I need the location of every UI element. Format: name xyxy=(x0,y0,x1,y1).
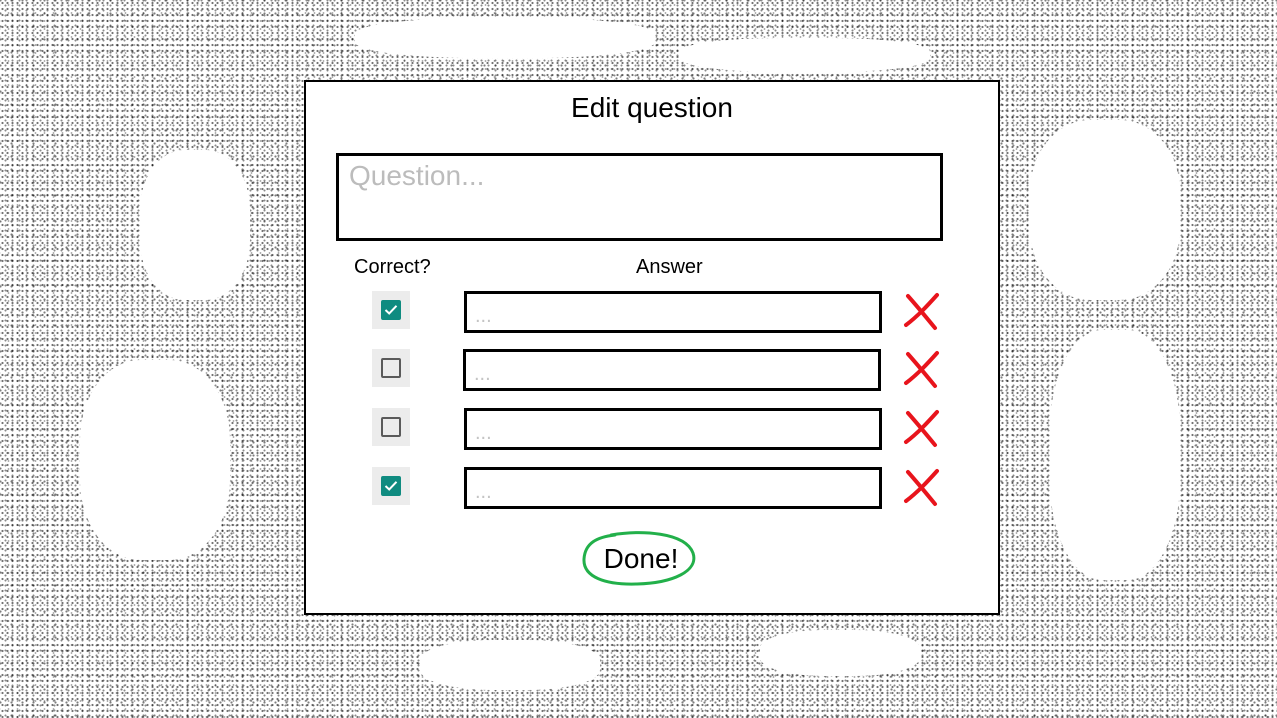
red-x-icon xyxy=(904,410,939,447)
question-field-container xyxy=(336,153,943,241)
answer-row xyxy=(306,291,998,335)
delete-answer-button-4[interactable] xyxy=(902,467,942,507)
answer-row xyxy=(306,349,998,393)
question-input[interactable] xyxy=(339,156,940,238)
answer-field-container xyxy=(464,467,882,509)
checkbox-box xyxy=(381,300,401,320)
answer-row xyxy=(306,408,998,452)
answer-field-container xyxy=(464,408,882,450)
delete-answer-button-3[interactable] xyxy=(902,408,942,448)
checkbox-box xyxy=(381,476,401,496)
answer-field-container xyxy=(464,291,882,333)
correct-checkbox-3[interactable] xyxy=(372,408,410,446)
delete-answer-button-1[interactable] xyxy=(902,291,942,331)
correct-checkbox-2[interactable] xyxy=(372,349,410,387)
answer-column-header: Answer xyxy=(636,256,703,278)
red-x-icon xyxy=(904,469,939,506)
done-button[interactable]: Done! xyxy=(581,531,697,587)
correct-column-header: Correct? xyxy=(354,256,431,278)
correct-checkbox-4[interactable] xyxy=(372,467,410,505)
red-x-icon xyxy=(904,293,939,330)
checkbox-box xyxy=(381,417,401,437)
answer-input-2[interactable] xyxy=(466,352,878,388)
done-button-label: Done! xyxy=(603,543,679,574)
answer-input-4[interactable] xyxy=(467,470,879,506)
correct-checkbox-1[interactable] xyxy=(372,291,410,329)
checkmark-icon xyxy=(384,481,398,491)
checkbox-box xyxy=(381,358,401,378)
answer-field-container xyxy=(463,349,881,391)
red-x-icon xyxy=(904,351,939,388)
answer-input-1[interactable] xyxy=(467,294,879,330)
edit-question-dialog: Edit question Correct? Answer xyxy=(304,80,1000,615)
checkmark-icon xyxy=(384,305,398,315)
delete-answer-button-2[interactable] xyxy=(902,349,942,389)
answer-row xyxy=(306,467,998,511)
dialog-title: Edit question xyxy=(571,92,733,123)
answer-input-3[interactable] xyxy=(467,411,879,447)
